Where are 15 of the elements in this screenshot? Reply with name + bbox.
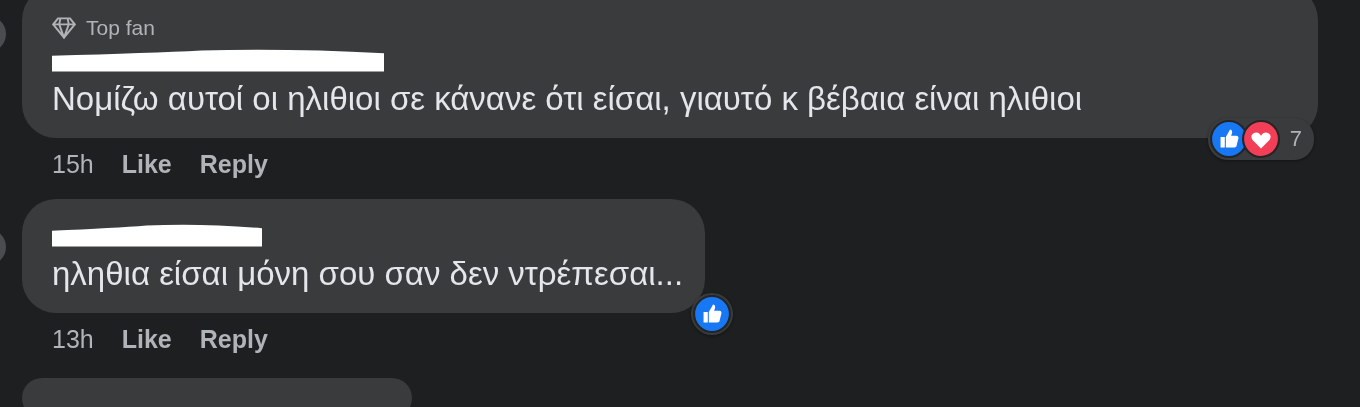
thumbs-up-icon [693, 295, 732, 333]
reaction-count: 7 [1289, 126, 1302, 152]
diamond-icon [52, 17, 76, 39]
action-link[interactable]: Like [121, 325, 172, 354]
reaction-summary[interactable]: 7 [1207, 118, 1314, 160]
action-link[interactable]: Like [121, 150, 172, 179]
timestamp[interactable]: 15h [52, 150, 94, 179]
comment-text: ηληθια είσαι μόνη σου σαν δεν ντρέπεσαι... [52, 255, 684, 293]
timestamp[interactable]: 13h [52, 325, 94, 354]
comment-text: Νομίζω αυτοί οι ηλιθιοι σε κάνανε ότι είσαι, γιαυτό κ βέβαια είναι ηλιθιοι [52, 80, 1084, 118]
reaction-summary[interactable] [691, 293, 734, 335]
badge-label: Top fan [86, 16, 155, 40]
action-link[interactable]: Reply [199, 150, 268, 179]
action-link[interactable]: Reply [199, 325, 268, 354]
thumbs-up-icon [1209, 120, 1248, 158]
